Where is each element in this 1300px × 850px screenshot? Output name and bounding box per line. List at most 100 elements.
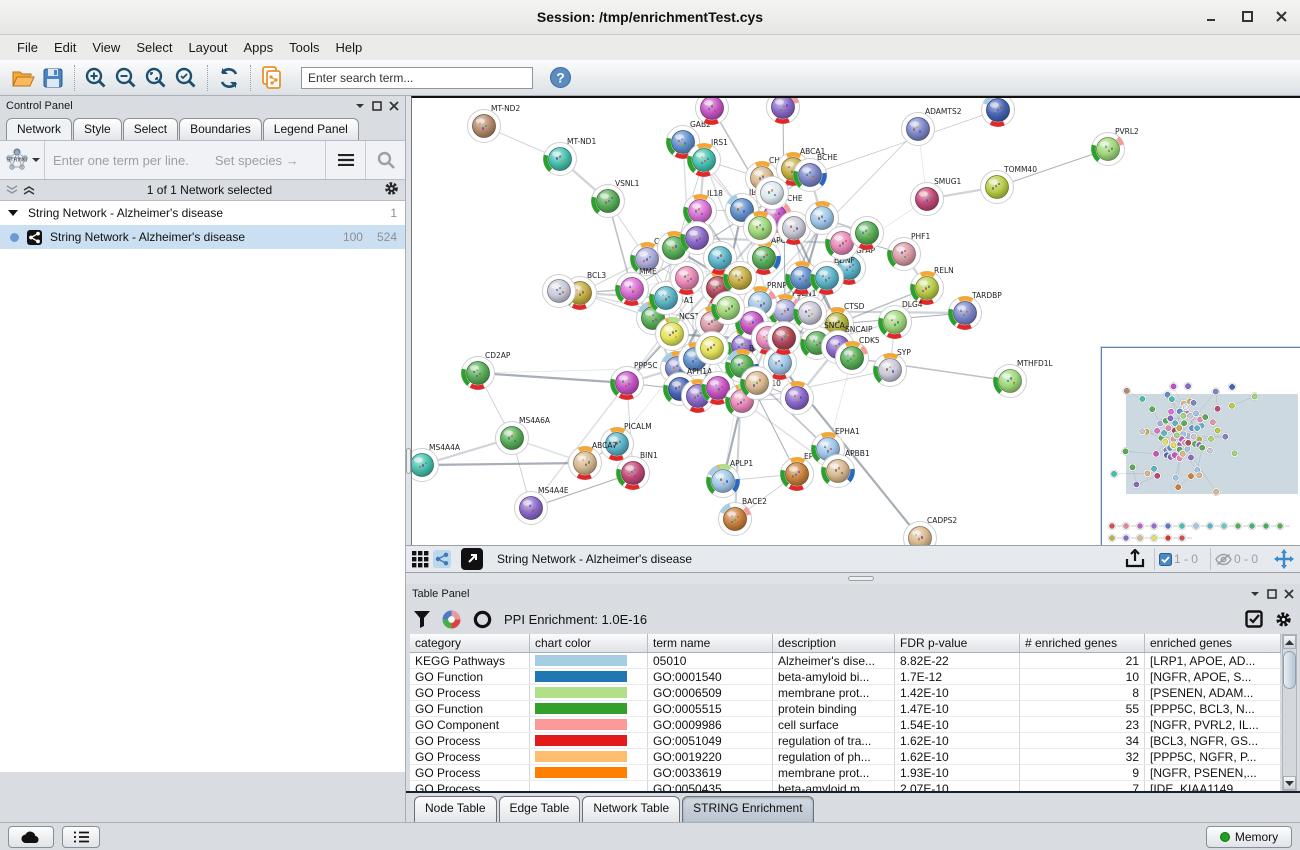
open-session-icon[interactable] [8, 64, 38, 92]
string-options-icon[interactable] [325, 141, 365, 179]
expand-all-icon[interactable] [23, 185, 35, 195]
panel-float-icon[interactable] [1267, 589, 1277, 599]
tab-edge-table[interactable]: Edge Table [499, 796, 581, 822]
string-search-icon[interactable] [365, 141, 405, 179]
zoom-selected-icon[interactable] [171, 64, 201, 92]
scroll-down-arrow[interactable] [1283, 776, 1296, 790]
open-in-window-icon[interactable] [461, 548, 483, 570]
network-node-dlg4[interactable]: DLG4 [879, 300, 923, 339]
table-row[interactable]: GO ComponentGO:0009986cell surface1.54E-… [410, 717, 1281, 733]
network-node-cd2ap[interactable]: CD2AP [462, 351, 511, 390]
network-node-ppp5c[interactable]: PPP5C [611, 361, 658, 400]
network-node-mthfd1l[interactable]: MTHFD1L [994, 359, 1054, 398]
menu-edit[interactable]: Edit [47, 38, 83, 57]
save-session-icon[interactable] [38, 64, 68, 92]
network-node[interactable] [851, 217, 884, 250]
column-header-enrichedgenes[interactable]: enriched genes [1145, 634, 1281, 652]
network-node[interactable] [982, 98, 1015, 127]
network-node-cadps2[interactable]: CADPS2 [904, 516, 958, 545]
table-scrollbar[interactable] [1282, 634, 1297, 791]
minimize-button[interactable] [1203, 8, 1221, 26]
network-node-bace2[interactable]: BACE2 [719, 497, 768, 536]
column-header-termname[interactable]: term name [648, 634, 773, 652]
network-node[interactable] [543, 275, 576, 308]
collapse-all-icon[interactable] [6, 185, 18, 195]
network-node[interactable] [768, 322, 801, 355]
search-input[interactable] [301, 67, 533, 89]
column-header-category[interactable]: category [410, 634, 530, 652]
network-node-vsnl1[interactable]: VSNL1 [592, 179, 640, 218]
network-node-ms4a4e[interactable]: MS4A4E [515, 486, 569, 525]
network-node-syp[interactable]: SYP [874, 348, 912, 387]
export-network-icon[interactable] [1124, 549, 1146, 569]
network-node-pvrl2[interactable]: PVRL2 [1092, 127, 1140, 166]
pan-navigate-icon[interactable] [1274, 549, 1294, 569]
network-node[interactable] [741, 367, 774, 400]
maximize-button[interactable] [1239, 8, 1257, 26]
column-header-chartcolor[interactable]: chart color [530, 634, 648, 652]
tab-legend-panel[interactable]: Legend Panel [263, 118, 359, 140]
network-node-adamts2[interactable]: ADAMTS2 [902, 107, 962, 146]
zoom-out-icon[interactable] [111, 64, 141, 92]
tab-network-table[interactable]: Network Table [582, 796, 680, 822]
menu-help[interactable]: Help [329, 38, 370, 57]
remove-chart-icon[interactable] [473, 610, 492, 629]
network-options-gear-icon[interactable] [384, 181, 399, 199]
tab-network[interactable]: Network [6, 118, 72, 140]
column-header-enrichedgenes[interactable]: # enriched genes [1020, 634, 1145, 652]
refresh-icon[interactable] [214, 64, 244, 92]
cloud-button[interactable] [8, 826, 54, 848]
network-node-mt-nd2[interactable]: MT-ND2 [468, 104, 521, 143]
column-header-description[interactable]: description [773, 634, 895, 652]
panel-float-icon[interactable] [372, 101, 382, 111]
hidden-eye-icon[interactable] [1215, 553, 1232, 566]
network-node[interactable] [767, 98, 800, 124]
splitter-grip[interactable] [848, 576, 874, 581]
tab-select[interactable]: Select [123, 118, 178, 140]
select-columns-icon[interactable] [1245, 610, 1263, 628]
menu-file[interactable]: File [10, 38, 45, 57]
help-icon[interactable]: ? [545, 64, 575, 92]
table-row[interactable]: GO FunctionGO:0005515protein binding1.47… [410, 701, 1281, 717]
table-row[interactable]: GO ProcessGO:0033619membrane prot...1.93… [410, 765, 1281, 781]
share-network-icon[interactable] [433, 550, 451, 568]
menu-select[interactable]: Select [129, 38, 179, 57]
zoom-in-icon[interactable] [81, 64, 111, 92]
memory-button[interactable]: Memory [1206, 826, 1292, 848]
selected-checkbox-icon[interactable] [1159, 553, 1172, 566]
set-species-label[interactable]: Set species → [215, 153, 299, 168]
network-node-tardbp[interactable]: TARDBP [949, 291, 1003, 330]
tab-string-enrichment[interactable]: STRING Enrichment [682, 796, 813, 822]
birds-eye-view[interactable] [1101, 347, 1300, 545]
network-node-abca7[interactable]: ABCA7 [569, 441, 618, 480]
panel-close-icon[interactable] [389, 101, 399, 111]
zoom-fit-icon[interactable] [141, 64, 171, 92]
table-row[interactable]: GO ProcessGO:0006509membrane prot...1.42… [410, 685, 1281, 701]
panel-menu-icon[interactable] [1250, 590, 1260, 598]
table-settings-gear-icon[interactable] [1275, 611, 1292, 628]
tab-node-table[interactable]: Node Table [414, 796, 497, 822]
network-node-mt-nd1[interactable]: MT-ND1 [544, 137, 597, 176]
string-query-input[interactable]: Enter one term per line. Set species → [44, 141, 325, 179]
network-node[interactable] [781, 382, 814, 415]
network-node[interactable] [794, 297, 827, 330]
network-node[interactable] [756, 177, 789, 210]
menu-view[interactable]: View [85, 38, 127, 57]
network-node-tomm40[interactable]: TOMM40 [981, 165, 1038, 204]
menu-layout[interactable]: Layout [181, 38, 234, 57]
network-node-il18[interactable]: IL18 [684, 189, 724, 228]
network-node[interactable] [712, 292, 745, 325]
close-button[interactable] [1273, 8, 1291, 26]
horizontal-splitter[interactable] [406, 573, 1300, 584]
network-node-smug1[interactable]: SMUG1 [911, 177, 962, 216]
table-row[interactable]: GO ProcessGO:0019220regulation of ph...1… [410, 749, 1281, 765]
table-row[interactable]: GO FunctionGO:0001540beta-amyloid bi...1… [410, 669, 1281, 685]
network-node[interactable] [744, 212, 777, 245]
network-node[interactable] [696, 332, 729, 365]
tab-style[interactable]: Style [73, 118, 122, 140]
string-logo-icon[interactable]: STRING [0, 147, 44, 173]
panel-close-icon[interactable] [1284, 589, 1294, 599]
network-node[interactable] [724, 262, 757, 295]
network-node-phf1[interactable]: PHF1 [888, 232, 931, 271]
filter-icon[interactable] [414, 611, 430, 628]
